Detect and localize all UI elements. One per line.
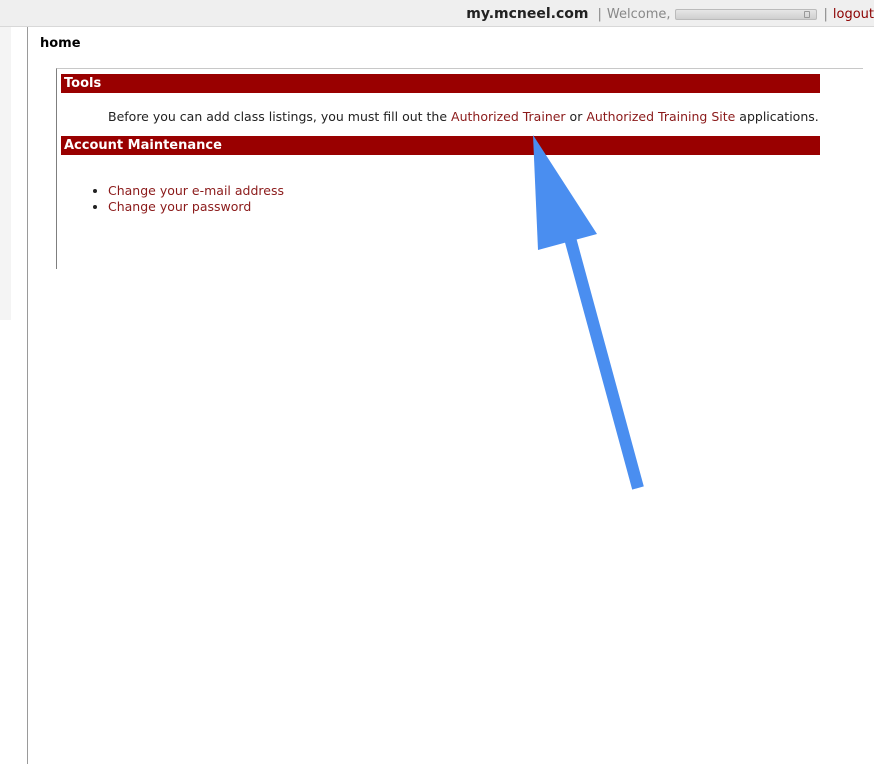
header-separator: | <box>597 6 602 22</box>
authorized-trainer-link[interactable]: Authorized Trainer <box>451 109 566 124</box>
change-email-link[interactable]: Change your e-mail address <box>108 183 284 198</box>
list-item: Change your e-mail address <box>108 183 284 199</box>
tools-section-header: Tools <box>61 74 820 93</box>
notice-text: Before you can add class listings, you m… <box>108 109 452 124</box>
welcome-text: Welcome, <box>606 6 671 22</box>
username-redacted <box>674 8 817 20</box>
notice-text: or <box>565 109 587 124</box>
logout-link[interactable]: logout <box>833 7 874 22</box>
authorized-training-site-link[interactable]: Authorized Training Site <box>586 109 735 124</box>
notice-text: applications. <box>735 109 819 124</box>
page-frame: home Tools Before you can add class list… <box>27 27 874 764</box>
page-title: home <box>40 36 81 51</box>
account-maintenance-list: Change your e-mail address Change your p… <box>92 183 284 215</box>
header-separator: | <box>823 6 828 22</box>
account-maintenance-header: Account Maintenance <box>61 136 820 155</box>
content-panel: Tools Before you can add class listings,… <box>56 68 863 269</box>
list-item: Change your password <box>108 199 284 215</box>
site-name: my.mcneel.com <box>466 6 589 22</box>
change-password-link[interactable]: Change your password <box>108 199 251 214</box>
header-user-area: my.mcneel.com | Welcome, | logout <box>466 4 874 24</box>
outer-gutter <box>0 0 11 320</box>
tools-notice: Before you can add class listings, you m… <box>108 109 819 124</box>
top-bar: my.mcneel.com | Welcome, | logout <box>0 0 874 27</box>
